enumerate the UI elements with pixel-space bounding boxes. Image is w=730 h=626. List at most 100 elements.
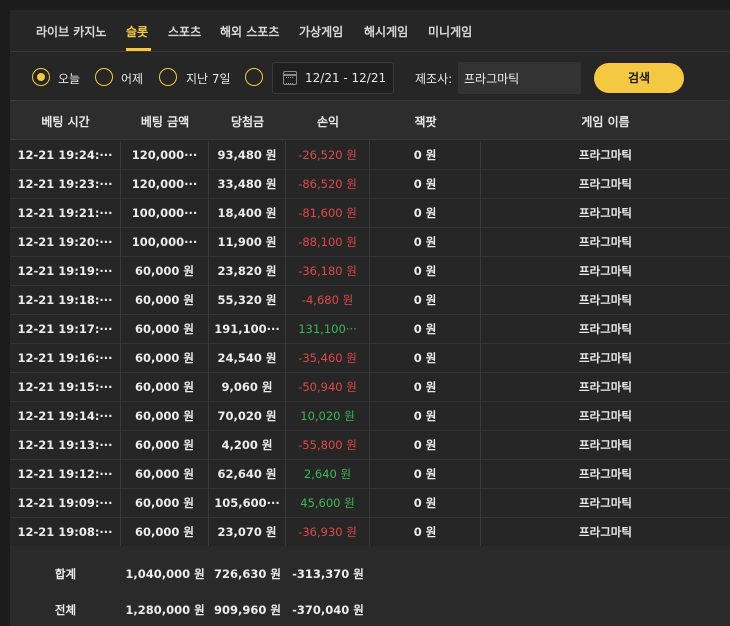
table-row[interactable]: 12-21 19:23:··· 120,000··· 33,480 원 -86,520… xyxy=(10,170,730,199)
table-body: 12-21 19:24:··· 120,000··· 93,480 원 -26,520… xyxy=(10,141,730,547)
cell-bet-time: 12-21 19:09:··· xyxy=(10,489,121,518)
cell-game-name: 프라그마틱 xyxy=(579,380,632,394)
cell-profit-loss: 2,640 원 xyxy=(286,460,370,489)
cell-jackpot: 0 원 xyxy=(370,141,481,170)
cell-game-name: 프라그마틱 xyxy=(579,177,632,191)
summary-bet: 1,040,000 원 xyxy=(125,567,205,581)
cell-bet-time: 12-21 19:20:··· xyxy=(10,228,121,257)
cell-jackpot: 0 원 xyxy=(370,228,481,257)
cell-jackpot: 0 원 xyxy=(370,170,481,199)
summary-label: 전체 xyxy=(54,603,77,617)
tab-mini-game[interactable]: 미니게임 xyxy=(428,23,472,40)
cell-winnings: 93,480 원 xyxy=(209,141,286,170)
table-row[interactable]: 12-21 19:21:··· 100,000··· 18,400 원 -81,600… xyxy=(10,199,730,228)
table-row[interactable]: 12-21 19:13:··· 60,000 원 4,200 원 -55,800 원0… xyxy=(10,431,730,460)
cell-jackpot: 0 원 xyxy=(370,344,481,373)
cell-winnings: 62,640 원 xyxy=(209,460,286,489)
radio-today[interactable] xyxy=(32,68,50,86)
cell-game-name: 프라그마틱 xyxy=(579,293,632,307)
summary-row-subtotal: 합계 1,040,000 원 726,630 원 -313,370 원 xyxy=(10,556,730,592)
radio-custom-range[interactable] xyxy=(245,68,263,86)
cell-jackpot: 0 원 xyxy=(370,402,481,431)
cell-bet-time: 12-21 19:24:··· xyxy=(10,141,121,170)
cell-bet-amount: 120,000··· xyxy=(121,141,209,170)
table-row[interactable]: 12-21 19:24:··· 120,000··· 93,480 원 -26,520… xyxy=(10,141,730,170)
cell-bet-amount: 60,000 원 xyxy=(121,431,209,460)
table-row[interactable]: 12-21 19:17:··· 60,000 원 191,100··· 131,100… xyxy=(10,315,730,344)
tab-slot[interactable]: 슬롯 xyxy=(126,23,148,40)
cell-profit-loss: 10,020 원 xyxy=(286,402,370,431)
tab-live-casino[interactable]: 라이브 카지노 xyxy=(36,23,106,40)
table-row[interactable]: 12-21 19:08:··· 60,000 원 23,070 원 -36,930 원… xyxy=(10,518,730,547)
cell-jackpot: 0 원 xyxy=(370,199,481,228)
cell-winnings: 191,100··· xyxy=(209,315,286,344)
summary-bet: 1,280,000 원 xyxy=(125,603,205,617)
table-row[interactable]: 12-21 19:12:··· 60,000 원 62,640 원 2,640 원0 … xyxy=(10,460,730,489)
table-row[interactable]: 12-21 19:16:··· 60,000 원 24,540 원 -35,460 원… xyxy=(10,344,730,373)
cell-jackpot: 0 원 xyxy=(370,286,481,315)
cell-bet-time: 12-21 19:15:··· xyxy=(10,373,121,402)
summary-profit-loss: -313,370 원 xyxy=(292,567,364,581)
cell-profit-loss: 131,100··· xyxy=(286,315,370,344)
col-winnings[interactable]: 당첨금 xyxy=(209,113,286,130)
table-row[interactable]: 12-21 19:14:··· 60,000 원 70,020 원 10,020 원0… xyxy=(10,402,730,431)
cell-bet-amount: 60,000 원 xyxy=(121,286,209,315)
bet-history-panel: 라이브 카지노 슬롯 스포츠 해외 스포츠 가상게임 해시게임 미니게임 오늘 … xyxy=(10,10,730,626)
radio-today-label: 오늘 xyxy=(58,72,81,86)
cell-bet-time: 12-21 19:21:··· xyxy=(10,199,121,228)
cell-winnings: 11,900 원 xyxy=(209,228,286,257)
tab-sports[interactable]: 스포츠 xyxy=(168,23,201,40)
cell-game-name: 프라그마틱 xyxy=(579,438,632,452)
category-tabs: 라이브 카지노 슬롯 스포츠 해외 스포츠 가상게임 해시게임 미니게임 xyxy=(10,10,730,52)
col-bet-amount[interactable]: 베팅 금액 xyxy=(121,113,209,130)
cell-winnings: 33,480 원 xyxy=(209,170,286,199)
cell-jackpot: 0 원 xyxy=(370,373,481,402)
cell-profit-loss: -86,520 원 xyxy=(286,170,370,199)
radio-last-7-days[interactable] xyxy=(159,68,177,86)
cell-game-name: 프라그마틱 xyxy=(579,525,632,539)
cell-winnings: 23,070 원 xyxy=(209,518,286,547)
tab-virtual-game[interactable]: 가상게임 xyxy=(299,23,343,40)
cell-jackpot: 0 원 xyxy=(370,315,481,344)
filter-bar: 오늘 어제 지난 7일 12/21 - 12/21 제조사: 검색 xyxy=(10,52,730,100)
summary-win: 726,630 원 xyxy=(214,567,281,581)
vendor-label: 제조사: xyxy=(415,72,453,86)
cell-jackpot: 0 원 xyxy=(370,460,481,489)
cell-winnings: 70,020 원 xyxy=(209,402,286,431)
table-row[interactable]: 12-21 19:19:··· 60,000 원 23,820 원 -36,180 원… xyxy=(10,257,730,286)
col-bet-time[interactable]: 베팅 시간 xyxy=(10,113,121,130)
cell-winnings: 55,320 원 xyxy=(209,286,286,315)
cell-bet-time: 12-21 19:18:··· xyxy=(10,286,121,315)
radio-yesterday[interactable] xyxy=(95,68,113,86)
cell-profit-loss: -36,180 원 xyxy=(286,257,370,286)
search-button[interactable]: 검색 xyxy=(594,63,684,93)
tab-overseas-sports[interactable]: 해외 스포츠 xyxy=(220,23,279,40)
cell-bet-amount: 60,000 원 xyxy=(121,344,209,373)
tab-hash-game[interactable]: 해시게임 xyxy=(364,23,408,40)
cell-profit-loss: -81,600 원 xyxy=(286,199,370,228)
cell-game-name: 프라그마틱 xyxy=(579,264,632,278)
date-range-picker[interactable]: 12/21 - 12/21 xyxy=(272,62,394,94)
cell-game-name: 프라그마틱 xyxy=(579,322,632,336)
col-profit-loss[interactable]: 손익 xyxy=(286,113,370,130)
cell-bet-amount: 60,000 원 xyxy=(121,460,209,489)
table-row[interactable]: 12-21 19:20:··· 100,000··· 11,900 원 -88,100… xyxy=(10,228,730,257)
cell-bet-amount: 120,000··· xyxy=(121,170,209,199)
cell-winnings: 105,600··· xyxy=(209,489,286,518)
table-row[interactable]: 12-21 19:15:··· 60,000 원 9,060 원 -50,940 원0… xyxy=(10,373,730,402)
col-game-name[interactable]: 게임 이름 xyxy=(481,113,730,130)
col-jackpot[interactable]: 잭팟 xyxy=(370,113,481,130)
radio-last-7-days-label: 지난 7일 xyxy=(186,72,231,86)
table-row[interactable]: 12-21 19:09:··· 60,000 원 105,600··· 45,600 … xyxy=(10,489,730,518)
summary-label: 합계 xyxy=(54,567,77,581)
cell-game-name: 프라그마틱 xyxy=(579,148,632,162)
cell-bet-amount: 60,000 원 xyxy=(121,489,209,518)
cell-profit-loss: 45,600 원 xyxy=(286,489,370,518)
vendor-input[interactable] xyxy=(458,62,581,94)
cell-profit-loss: -55,800 원 xyxy=(286,431,370,460)
cell-game-name: 프라그마틱 xyxy=(579,496,632,510)
cell-profit-loss: -88,100 원 xyxy=(286,228,370,257)
cell-jackpot: 0 원 xyxy=(370,431,481,460)
cell-winnings: 9,060 원 xyxy=(209,373,286,402)
table-row[interactable]: 12-21 19:18:··· 60,000 원 55,320 원 -4,680 원0… xyxy=(10,286,730,315)
